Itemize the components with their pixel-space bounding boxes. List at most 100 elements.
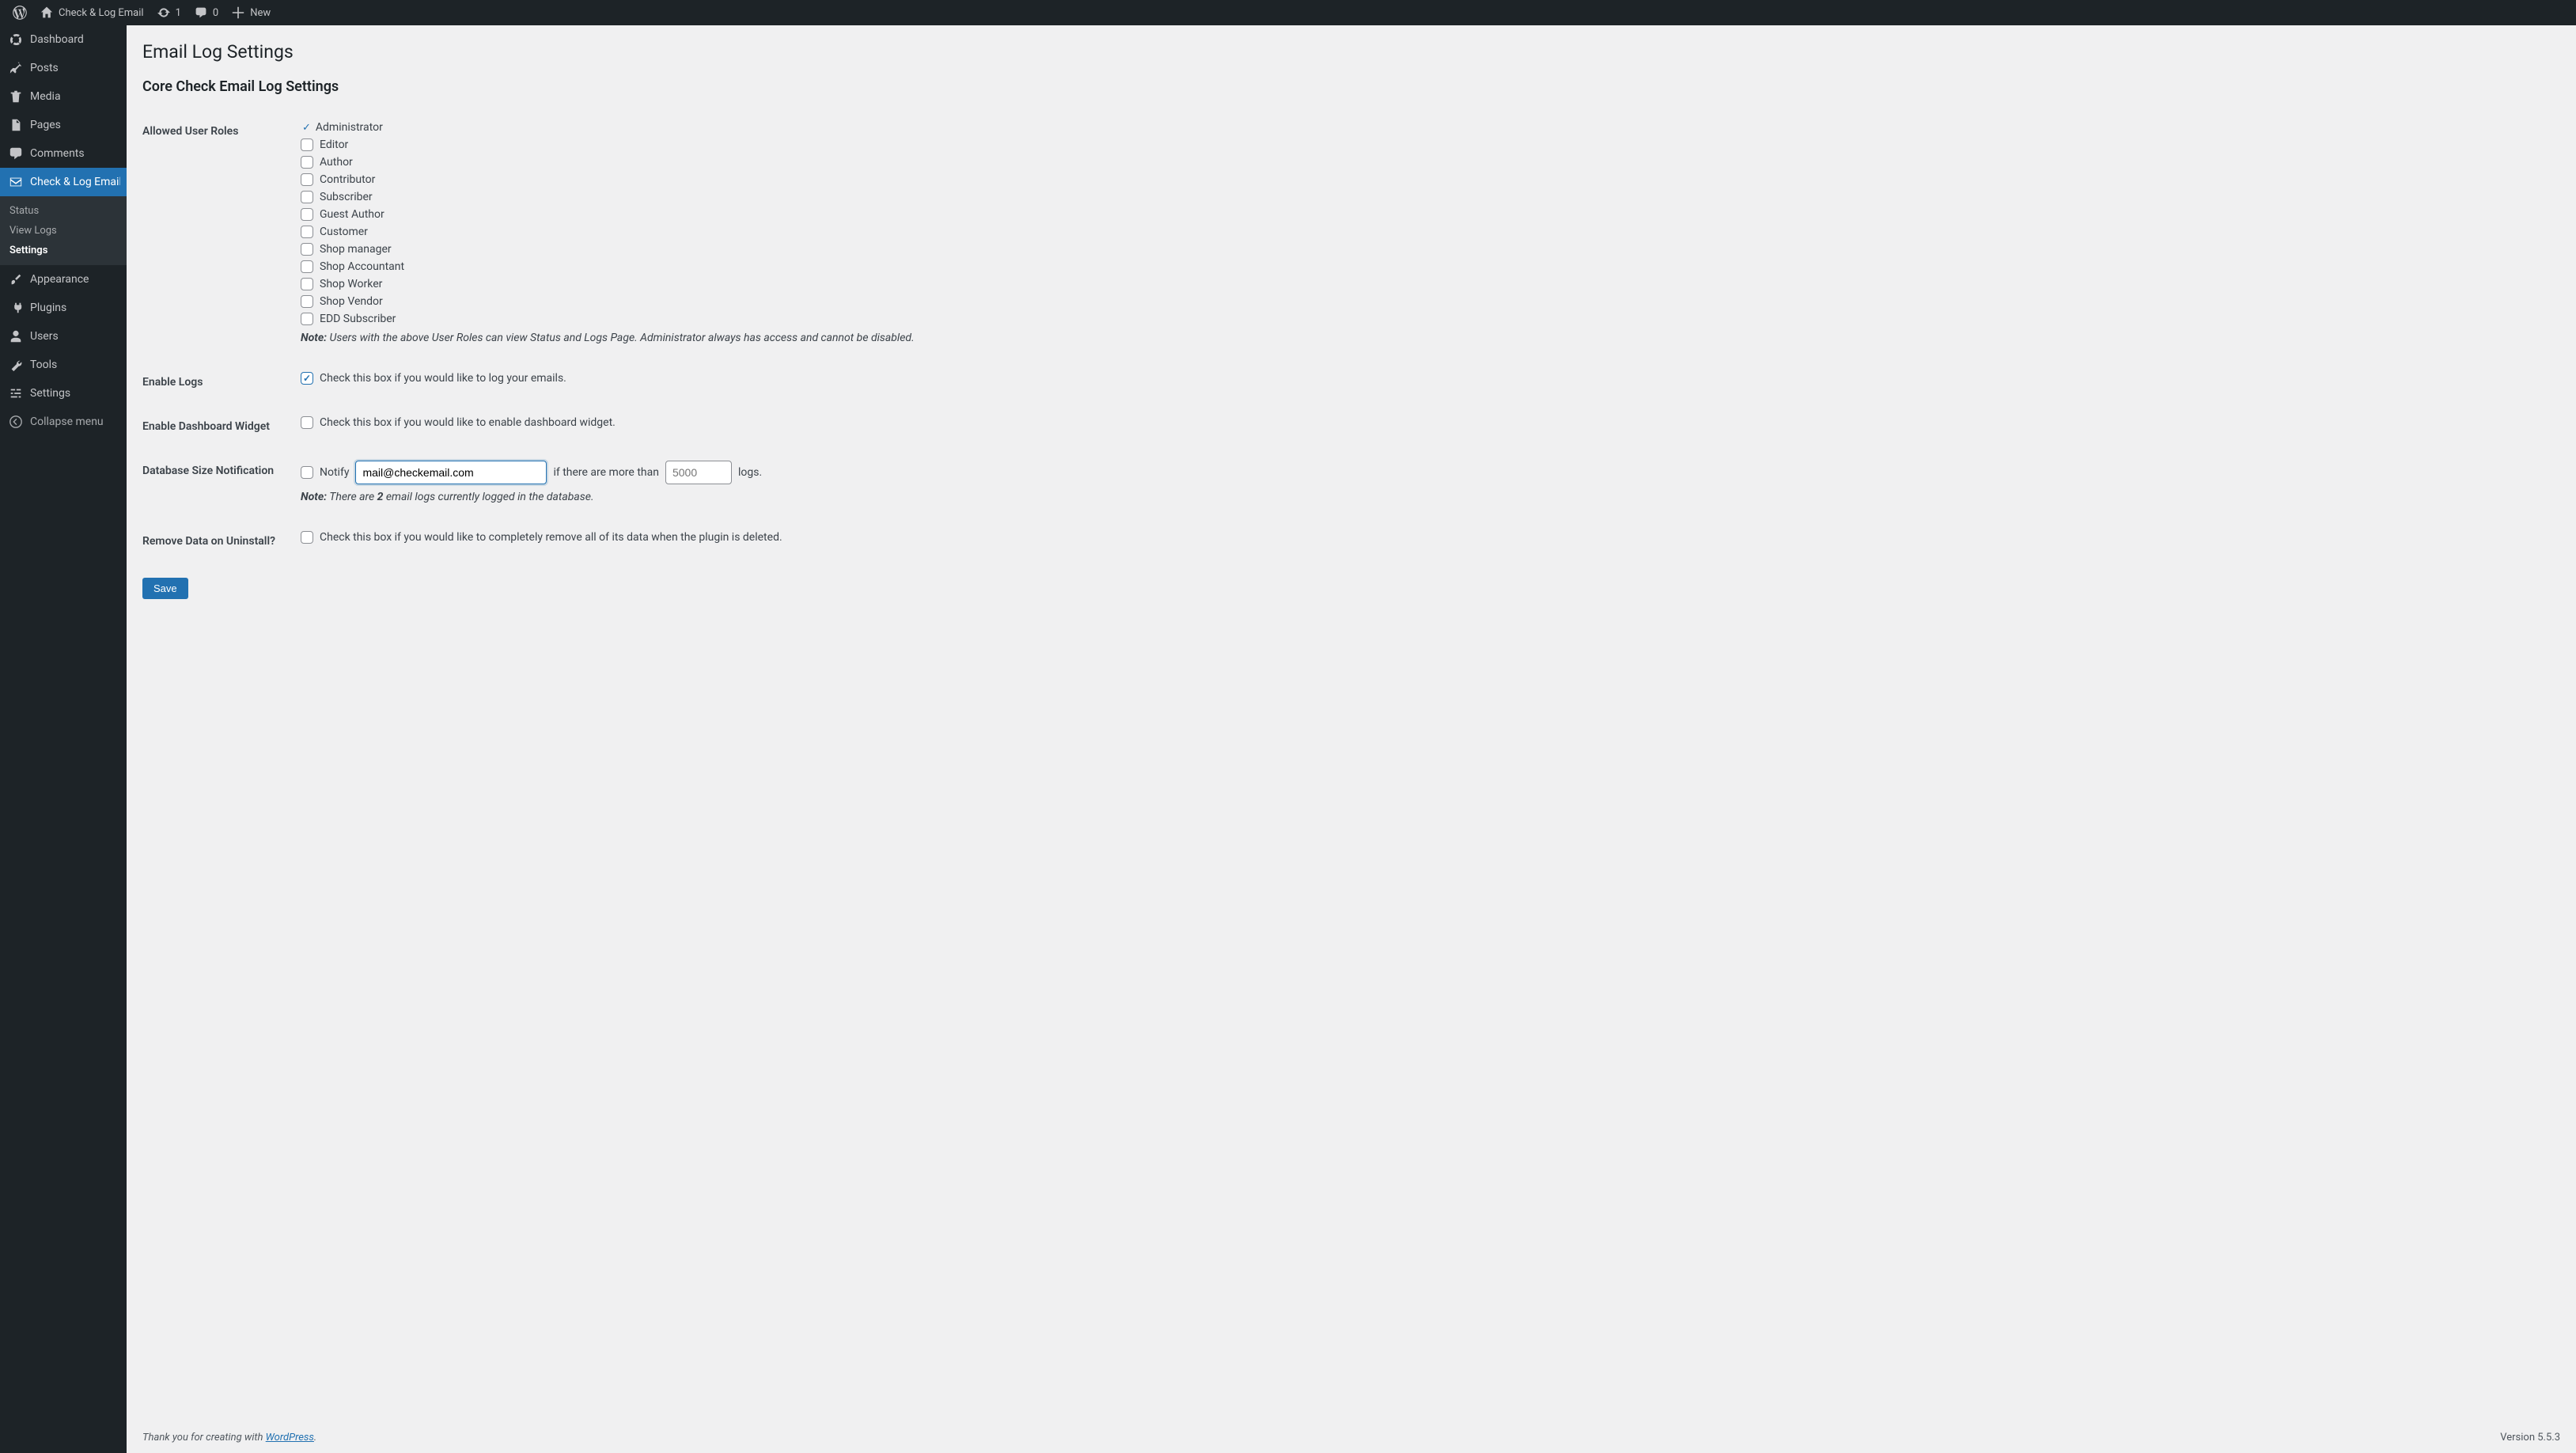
sidebar-item-check-log-email[interactable]: Check & Log Email <box>0 168 127 196</box>
submenu-item-view-logs[interactable]: View Logs <box>0 221 127 241</box>
sidebar-item-media[interactable]: Media <box>0 82 127 111</box>
sidebar-item-comments[interactable]: Comments <box>0 139 127 168</box>
brush-icon <box>8 271 24 287</box>
admin-topbar: Check & Log Email 1 0 New <box>0 0 2576 25</box>
pin-icon <box>8 60 24 76</box>
checkbox-remove-data[interactable] <box>301 531 313 544</box>
sidebar-item-label: Check & Log Email <box>30 176 120 188</box>
note-post: email logs currently logged in the datab… <box>383 491 593 503</box>
checkbox-role-customer[interactable] <box>301 226 313 238</box>
sidebar-item-appearance[interactable]: Appearance <box>0 265 127 294</box>
wrench-icon <box>8 357 24 373</box>
sidebar-item-users[interactable]: Users <box>0 322 127 351</box>
plug-icon <box>8 300 24 316</box>
allowed-roles-list: ✓ Administrator Editor Author Contributo… <box>301 121 2552 325</box>
role-label: Guest Author <box>320 208 385 221</box>
sidebar-item-settings[interactable]: Settings <box>0 379 127 408</box>
admin-footer: Thank you for creating with WordPress. V… <box>127 1422 2576 1453</box>
role-label: Author <box>320 156 353 169</box>
notify-mid-text: if there are more than <box>553 466 659 479</box>
sidebar-submenu: Status View Logs Settings <box>0 196 127 265</box>
wordpress-link[interactable]: WordPress <box>266 1432 314 1444</box>
db-notify-note: Note: There are 2 email logs currently l… <box>301 491 2552 503</box>
enable-widget-desc: Check this box if you would like to enab… <box>320 416 616 429</box>
section-title: Core Check Email Log Settings <box>142 78 2560 95</box>
page-content: Email Log Settings Core Check Email Log … <box>127 25 2576 1453</box>
save-button[interactable]: Save <box>142 578 188 599</box>
new-content-link[interactable]: New <box>225 0 277 25</box>
note-label: Note: <box>301 332 327 344</box>
checkbox-role-editor[interactable] <box>301 138 313 151</box>
checkbox-role-shop-manager[interactable] <box>301 243 313 256</box>
sidebar-item-plugins[interactable]: Plugins <box>0 294 127 322</box>
updates-count: 1 <box>176 7 181 19</box>
wp-logo[interactable] <box>6 0 33 25</box>
checkbox-role-edd-subscriber[interactable] <box>301 313 313 325</box>
comment-icon <box>194 6 208 20</box>
remove-data-desc: Check this box if you would like to comp… <box>320 531 782 544</box>
sidebar-item-posts[interactable]: Posts <box>0 54 127 82</box>
collapse-icon <box>8 414 24 430</box>
note-pre: There are <box>327 491 377 503</box>
role-administrator: ✓ Administrator <box>301 121 2552 134</box>
role-label: Subscriber <box>320 191 373 203</box>
user-icon <box>8 328 24 344</box>
site-name-text: Check & Log Email <box>59 7 144 19</box>
sidebar-item-dashboard[interactable]: Dashboard <box>0 25 127 54</box>
notify-email-input[interactable] <box>355 461 547 484</box>
home-icon <box>40 6 54 20</box>
checkbox-role-shop-worker[interactable] <box>301 278 313 290</box>
sidebar-item-label: Plugins <box>30 302 66 314</box>
checkbox-role-contributor[interactable] <box>301 173 313 186</box>
sidebar-item-label: Collapse menu <box>30 415 104 428</box>
checkbox-role-author[interactable] <box>301 156 313 169</box>
sidebar-item-label: Appearance <box>30 273 89 286</box>
row-label-db-notify: Database Size Notification <box>142 449 301 519</box>
checkbox-enable-widget[interactable] <box>301 416 313 429</box>
submenu-item-status[interactable]: Status <box>0 201 127 221</box>
sidebar-item-label: Pages <box>30 119 61 131</box>
footer-post: . <box>314 1432 316 1444</box>
sidebar-item-pages[interactable]: Pages <box>0 111 127 139</box>
role-label: Shop Vendor <box>320 295 383 308</box>
row-label-enable-widget: Enable Dashboard Widget <box>142 404 301 449</box>
allowed-roles-note: Note: Users with the above User Roles ca… <box>301 332 2552 344</box>
wordpress-icon <box>13 6 27 20</box>
checkbox-role-guest-author[interactable] <box>301 208 313 221</box>
role-label: Contributor <box>320 173 375 186</box>
version-text: Version 5.5.3 <box>2500 1432 2560 1444</box>
sidebar-item-collapse[interactable]: Collapse menu <box>0 408 127 436</box>
role-label: Customer <box>320 226 368 238</box>
site-name-link[interactable]: Check & Log Email <box>33 0 150 25</box>
page-title: Email Log Settings <box>142 41 2560 63</box>
updates-link[interactable]: 1 <box>150 0 188 25</box>
row-label-allowed-roles: Allowed User Roles <box>142 109 301 360</box>
row-label-enable-logs: Enable Logs <box>142 360 301 404</box>
plus-icon <box>231 6 245 20</box>
checkbox-role-shop-vendor[interactable] <box>301 295 313 308</box>
sidebar-item-label: Users <box>30 330 59 343</box>
dashboard-icon <box>8 32 24 47</box>
role-label: EDD Subscriber <box>320 313 396 325</box>
refresh-icon <box>157 6 171 20</box>
role-label: Shop Worker <box>320 278 382 290</box>
notify-threshold-input[interactable] <box>665 461 732 484</box>
sidebar-item-label: Settings <box>30 387 70 400</box>
sliders-icon <box>8 385 24 401</box>
role-label: Shop Accountant <box>320 260 404 273</box>
checkbox-role-subscriber[interactable] <box>301 191 313 203</box>
checkbox-role-shop-accountant[interactable] <box>301 260 313 273</box>
sidebar-item-label: Dashboard <box>30 33 84 46</box>
comments-link[interactable]: 0 <box>188 0 225 25</box>
row-label-remove-data: Remove Data on Uninstall? <box>142 519 301 563</box>
role-label: Administrator <box>316 121 383 134</box>
submenu-item-settings[interactable]: Settings <box>0 241 127 260</box>
sidebar-item-tools[interactable]: Tools <box>0 351 127 379</box>
checkbox-db-notify[interactable] <box>301 466 313 479</box>
comments-count: 0 <box>213 7 218 19</box>
checkbox-enable-logs[interactable] <box>301 372 313 385</box>
check-icon: ✓ <box>301 122 311 134</box>
note-label: Note: <box>301 491 327 503</box>
enable-logs-desc: Check this box if you would like to log … <box>320 372 566 385</box>
role-label: Shop manager <box>320 243 392 256</box>
